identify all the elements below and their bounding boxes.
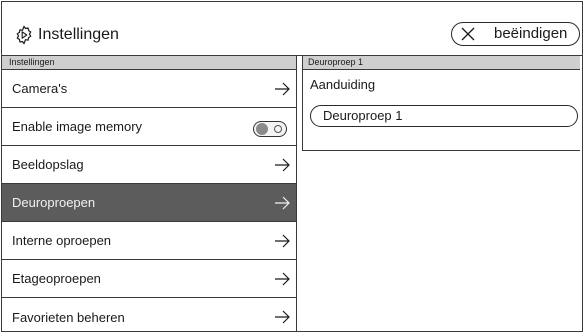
menu-item-label: Etageoproepen [12,271,101,286]
arrow-right-icon [275,82,290,96]
arrow-right-icon [275,158,290,172]
aanduiding-input[interactable]: Deuroproep 1 [310,105,578,127]
detail-section-label: Deuroproep 1 [303,56,580,70]
menu-item-label: Interne oproepen [12,233,112,248]
menu-item-favorieten[interactable]: Favorieten beheren [2,298,296,336]
settings-menu: Instellingen Camera's Enable image memor… [2,56,297,332]
menu-item-etageoproepen[interactable]: Etageoproepen [2,260,296,298]
field-label-aanduiding: Aanduiding [310,77,376,92]
gear-icon [16,25,32,45]
menu-item-label: Favorieten beheren [12,309,125,325]
settings-window: Instellingen beëindigen Instellingen Cam… [1,1,583,332]
menu-item-label: Enable image memory [12,119,143,134]
arrow-right-icon [275,234,290,248]
arrow-right-icon [275,310,290,324]
menu-item-label: Deuroproepen [12,195,96,210]
menu-item-image-memory: Enable image memory [2,108,296,146]
end-button[interactable]: beëindigen [451,22,580,46]
menu-section-label: Instellingen [2,56,296,70]
menu-item-deuroproepen[interactable]: Deuroproepen [2,184,296,222]
menu-item-label: Beeldopslag [12,157,84,172]
close-icon [461,27,475,41]
end-button-label: beëindigen [494,25,568,42]
menu-item-beeldopslag[interactable]: Beeldopslag [2,146,296,184]
page-title: Instellingen [38,26,119,43]
image-memory-toggle[interactable] [253,121,287,137]
header-bar: Instellingen beëindigen [2,2,582,56]
arrow-right-icon [275,196,290,210]
detail-panel: Deuroproep 1 Aanduiding Deuroproep 1 [302,56,580,151]
menu-item-label: Camera's [12,81,68,96]
arrow-right-icon [275,272,290,286]
menu-item-cameras[interactable]: Camera's [2,70,296,108]
menu-item-interne-oproepen[interactable]: Interne oproepen [2,222,296,260]
toggle-off-indicator-icon [274,125,282,133]
toggle-knob [256,123,268,135]
